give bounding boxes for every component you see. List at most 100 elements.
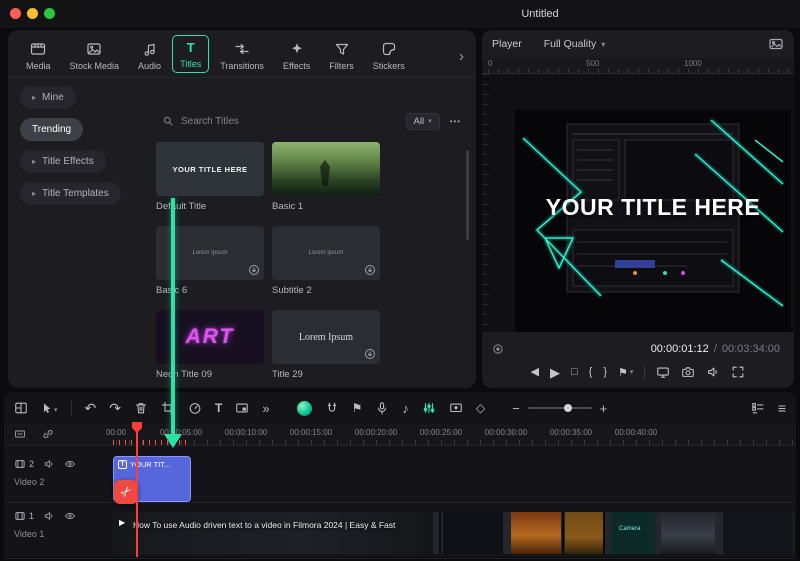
preview-title-text: YOUR TITLE HERE xyxy=(545,194,761,220)
chroma-key-icon[interactable] xyxy=(296,400,312,416)
stop-icon[interactable]: □ xyxy=(571,366,578,378)
snap-icon[interactable] xyxy=(325,401,339,415)
tab-label: Audio xyxy=(138,61,162,71)
sidebar-item-title-effects[interactable]: ▸ Title Effects xyxy=(20,150,106,173)
undo-icon[interactable]: ↶ xyxy=(85,401,97,415)
thumbnail-caption: Camera xyxy=(619,526,641,532)
keyframe-icon[interactable]: ◇ xyxy=(476,402,485,414)
snapshot-frame-icon[interactable] xyxy=(768,36,784,52)
video-preview[interactable]: YOUR TITLE HERE xyxy=(515,110,791,332)
text-tool-icon[interactable]: T xyxy=(215,402,222,414)
marker-dropdown[interactable]: ⚑ ▾ xyxy=(618,366,633,379)
render-preview-icon[interactable] xyxy=(492,343,504,355)
quick-split-scissors-icon[interactable]: ✂ xyxy=(114,480,138,504)
pip-icon[interactable] xyxy=(235,401,249,415)
filmstrip-segment xyxy=(723,512,793,554)
quality-dropdown[interactable]: Full Quality ▾ xyxy=(544,38,606,50)
redo-icon[interactable]: ↷ xyxy=(109,401,121,415)
download-icon[interactable] xyxy=(364,264,376,276)
hide-track-icon[interactable] xyxy=(64,510,76,522)
zoom-out-icon[interactable]: − xyxy=(512,402,520,415)
timeline-ruler[interactable]: 00:00 00:00:05:00 00:00:10:00 00:00:15:0… xyxy=(4,424,796,446)
mark-in-icon[interactable]: { xyxy=(589,366,593,378)
title-thumbnail[interactable]: Lorem ipsum xyxy=(272,226,380,280)
timeline-menu-icon[interactable]: ≡ xyxy=(778,401,786,415)
tab-titles[interactable]: T Titles xyxy=(172,35,210,73)
close-button[interactable] xyxy=(10,8,21,19)
chevron-right-icon: ▸ xyxy=(32,157,37,166)
previous-frame-icon[interactable]: ◀ xyxy=(531,366,539,378)
more-tools-icon[interactable]: » xyxy=(262,402,269,415)
track-number: 1 xyxy=(29,511,35,521)
tab-transitions[interactable]: Transitions xyxy=(212,35,272,75)
title-card-name: Title 29 xyxy=(272,369,303,380)
title-card-title-29[interactable]: Lorem Ipsum Title 29 xyxy=(272,310,380,380)
title-card-basic-1[interactable]: Basic 1 xyxy=(272,142,380,212)
zoom-slider-knob[interactable] xyxy=(563,404,572,412)
delete-icon[interactable] xyxy=(134,401,148,415)
sidebar-item-title-templates[interactable]: ▸ Title Templates xyxy=(20,182,121,205)
tab-label: Stickers xyxy=(372,61,405,71)
tab-audio[interactable]: Audio xyxy=(130,35,169,75)
window-title: Untitled xyxy=(521,8,559,20)
more-options-icon[interactable]: ••• xyxy=(447,117,464,126)
title-card-name: Subtitle 2 xyxy=(272,285,312,296)
tab-stock-media[interactable]: Stock Media xyxy=(62,35,128,75)
playhead-line[interactable] xyxy=(136,428,138,557)
tab-media[interactable]: Media xyxy=(18,35,59,75)
media-library-panel: Media Stock Media Audio T Titles Transit… xyxy=(8,30,476,388)
mute-track-icon[interactable] xyxy=(43,458,55,470)
transitions-icon xyxy=(234,41,250,57)
track-header-video-2: 2 Video 2 xyxy=(14,458,110,487)
library-scrollbar[interactable] xyxy=(466,150,469,240)
quality-value: Full Quality xyxy=(543,38,597,50)
zoom-button[interactable] xyxy=(44,8,55,19)
voiceover-mic-icon[interactable] xyxy=(375,401,389,415)
title-clip-icon: T xyxy=(118,460,127,469)
tab-overflow-chevron-icon[interactable]: › xyxy=(455,48,468,65)
screen-record-icon[interactable] xyxy=(449,401,463,415)
mute-track-icon[interactable] xyxy=(43,510,55,522)
download-icon[interactable] xyxy=(248,264,260,276)
media-board-icon[interactable] xyxy=(14,401,28,415)
title-thumbnail[interactable]: Lorem Ipsum xyxy=(272,310,380,364)
fullscreen-icon[interactable] xyxy=(731,365,745,379)
speed-icon[interactable] xyxy=(188,401,202,415)
play-icon[interactable]: ▶ xyxy=(550,366,560,379)
search-input[interactable] xyxy=(181,115,399,127)
beat-detect-icon[interactable]: ♪ xyxy=(402,402,409,415)
select-tool[interactable]: ▾ xyxy=(41,402,58,414)
vertical-ruler xyxy=(482,74,489,332)
minimize-button[interactable] xyxy=(27,8,38,19)
title-thumbnail[interactable]: YOUR TITLE HERE xyxy=(156,142,264,196)
audio-mixer-icon[interactable] xyxy=(422,401,436,415)
hide-track-icon[interactable] xyxy=(64,458,76,470)
display-device-icon[interactable] xyxy=(656,365,670,379)
title-card-subtitle-2[interactable]: Lorem ipsum Subtitle 2 xyxy=(272,226,380,296)
mark-out-icon[interactable]: } xyxy=(603,366,607,378)
sidebar-item-mine[interactable]: ▸ Mine xyxy=(20,86,76,109)
timecode-row: 00:00:01:12 / 00:03:34:00 xyxy=(492,340,780,358)
title-thumbnail[interactable] xyxy=(272,142,380,196)
tab-effects[interactable]: Effects xyxy=(275,35,318,75)
video-clip[interactable]: Camera ▶ How To use Audio driven text to… xyxy=(113,512,794,554)
collapse-tracks-icon[interactable] xyxy=(14,428,26,440)
tab-filters[interactable]: Filters xyxy=(321,35,362,75)
download-icon[interactable] xyxy=(364,348,376,360)
track-divider xyxy=(4,558,796,559)
tab-stickers[interactable]: Stickers xyxy=(365,35,413,75)
divider xyxy=(644,365,646,379)
filter-dropdown[interactable]: All ▾ xyxy=(405,112,440,130)
track-manager-icon[interactable] xyxy=(751,401,765,415)
titles-library: All ▾ ••• YOUR TITLE HERE Default Title … xyxy=(156,110,470,388)
speaker-icon[interactable] xyxy=(706,365,720,379)
zoom-in-icon[interactable]: + xyxy=(600,402,608,415)
caret-down-icon: ▾ xyxy=(428,118,432,125)
link-clips-icon[interactable] xyxy=(42,428,54,440)
snapshot-camera-icon[interactable] xyxy=(681,365,695,379)
sidebar-item-trending[interactable]: Trending xyxy=(20,118,84,141)
marker-icon[interactable]: ⚑ xyxy=(352,402,363,414)
tab-label: Media xyxy=(26,61,51,71)
zoom-slider[interactable] xyxy=(527,404,592,412)
track-name: Video 2 xyxy=(14,477,45,487)
